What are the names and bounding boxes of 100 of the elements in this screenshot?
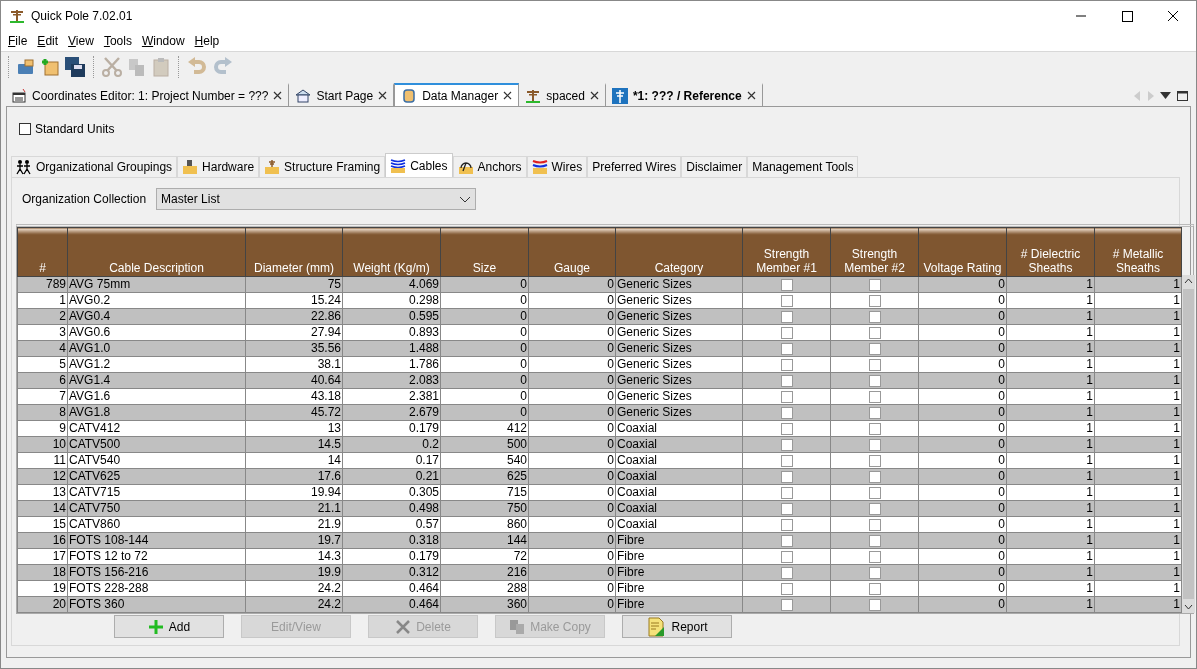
checkbox[interactable] [868, 566, 881, 579]
checkbox[interactable] [868, 486, 881, 499]
checkbox[interactable] [780, 278, 793, 291]
checkbox[interactable] [780, 422, 793, 435]
column-header[interactable]: Size [440, 227, 529, 277]
tab[interactable]: Wires [526, 156, 588, 177]
column-header[interactable]: # [17, 227, 68, 277]
tab-label: *1: ??? / Reference [632, 88, 742, 103]
checkbox[interactable] [780, 310, 793, 323]
checkbox[interactable] [780, 502, 793, 515]
checkbox[interactable] [868, 454, 881, 467]
tab[interactable]: Preferred Wires [587, 156, 682, 177]
tab-label: Cables [410, 158, 448, 173]
menu-item[interactable]: Edit [32, 34, 64, 48]
tab[interactable]: Cables [385, 153, 453, 177]
app-logo-icon [9, 8, 25, 24]
checkbox[interactable] [780, 326, 793, 339]
checkbox[interactable] [868, 278, 881, 291]
checkbox[interactable] [780, 550, 793, 563]
checkbox[interactable] [19, 123, 31, 135]
action-button[interactable]: Report [622, 615, 732, 638]
menu-item[interactable]: File [3, 34, 33, 48]
checkbox[interactable] [868, 294, 881, 307]
open-folder-icon[interactable] [16, 57, 36, 77]
checkbox[interactable] [780, 518, 793, 531]
close-icon[interactable] [589, 91, 599, 100]
menu-item[interactable]: Tools [98, 34, 137, 48]
column-header[interactable]: # Dielectric Sheaths [1006, 227, 1095, 277]
tab-label: Wires [551, 160, 583, 174]
wires-icon [531, 159, 548, 175]
checkbox[interactable] [868, 470, 881, 483]
column-header[interactable]: Diameter (mm) [245, 227, 343, 277]
action-button[interactable]: Add [114, 615, 224, 638]
checkbox[interactable] [868, 438, 881, 451]
tab-label: Preferred Wires [592, 160, 677, 174]
checkbox[interactable] [868, 374, 881, 387]
menu-item[interactable]: View [63, 34, 99, 48]
column-header[interactable]: Voltage Rating [918, 227, 1007, 277]
close-icon[interactable] [503, 91, 513, 100]
checkbox[interactable] [780, 454, 793, 467]
checkbox[interactable] [868, 326, 881, 339]
checkbox[interactable] [868, 518, 881, 531]
people-icon [16, 159, 32, 175]
checkbox[interactable] [868, 550, 881, 563]
checkbox[interactable] [780, 598, 793, 611]
column-header[interactable]: Strength Member #1 [742, 227, 831, 277]
checkbox[interactable] [868, 406, 881, 419]
window-title: Quick Pole 7.02.01 [31, 9, 134, 23]
menu-item[interactable]: Help [189, 34, 225, 48]
checkbox[interactable] [780, 406, 793, 419]
checkbox[interactable] [868, 598, 881, 611]
checkbox[interactable] [780, 438, 793, 451]
column-header[interactable]: # Metallic Sheaths [1094, 227, 1182, 277]
menu-item[interactable]: Window [136, 34, 190, 48]
checkbox[interactable] [868, 390, 881, 403]
checkbox[interactable] [780, 534, 793, 547]
column-header[interactable]: Weight (Kg/m) [342, 227, 441, 277]
checkbox[interactable] [780, 342, 793, 355]
dropdown-icon[interactable] [1160, 92, 1171, 99]
tab-label: spaced [546, 88, 585, 103]
collection-dropdown[interactable]: Master List [156, 188, 477, 210]
checkbox[interactable] [868, 342, 881, 355]
document-tab[interactable]: Data Manager [394, 83, 520, 106]
tab-label: Anchors [477, 160, 522, 174]
checkbox[interactable] [780, 358, 793, 371]
report-icon [646, 616, 667, 637]
tab[interactable]: Management Tools [747, 156, 859, 177]
checkbox[interactable] [780, 374, 793, 387]
maximize-icon[interactable] [1177, 90, 1188, 101]
tab[interactable]: Disclaimer [681, 156, 748, 177]
checkbox[interactable] [868, 534, 881, 547]
column-header[interactable]: Gauge [528, 227, 616, 277]
tab[interactable]: Anchors [452, 156, 527, 177]
vertical-scrollbar[interactable] [1182, 275, 1195, 613]
checkbox[interactable] [868, 422, 881, 435]
tab[interactable]: Organizational Groupings [11, 156, 178, 177]
checkbox[interactable] [780, 566, 793, 579]
checkbox[interactable] [780, 582, 793, 595]
checkbox[interactable] [780, 470, 793, 483]
close-icon[interactable] [378, 91, 388, 100]
folder-icon [264, 159, 281, 175]
column-header[interactable]: Strength Member #2 [830, 227, 919, 277]
checkbox[interactable] [780, 390, 793, 403]
checkbox[interactable] [868, 582, 881, 595]
save-icon[interactable] [64, 56, 86, 78]
checkbox[interactable] [780, 486, 793, 499]
chevron-down-icon [459, 195, 472, 203]
pole-icon [525, 87, 542, 104]
tab[interactable]: Hardware [177, 156, 260, 177]
close-icon[interactable] [273, 91, 283, 100]
checkbox[interactable] [868, 358, 881, 371]
checkbox[interactable] [780, 294, 793, 307]
checkbox[interactable] [868, 310, 881, 323]
column-header[interactable]: Cable Description [67, 227, 246, 277]
close-icon [395, 618, 412, 635]
tab[interactable]: Structure Framing [259, 156, 386, 177]
checkbox[interactable] [868, 502, 881, 515]
close-icon[interactable] [746, 91, 756, 100]
tab-label: Organizational Groupings [36, 160, 173, 174]
column-header[interactable]: Category [615, 227, 743, 277]
